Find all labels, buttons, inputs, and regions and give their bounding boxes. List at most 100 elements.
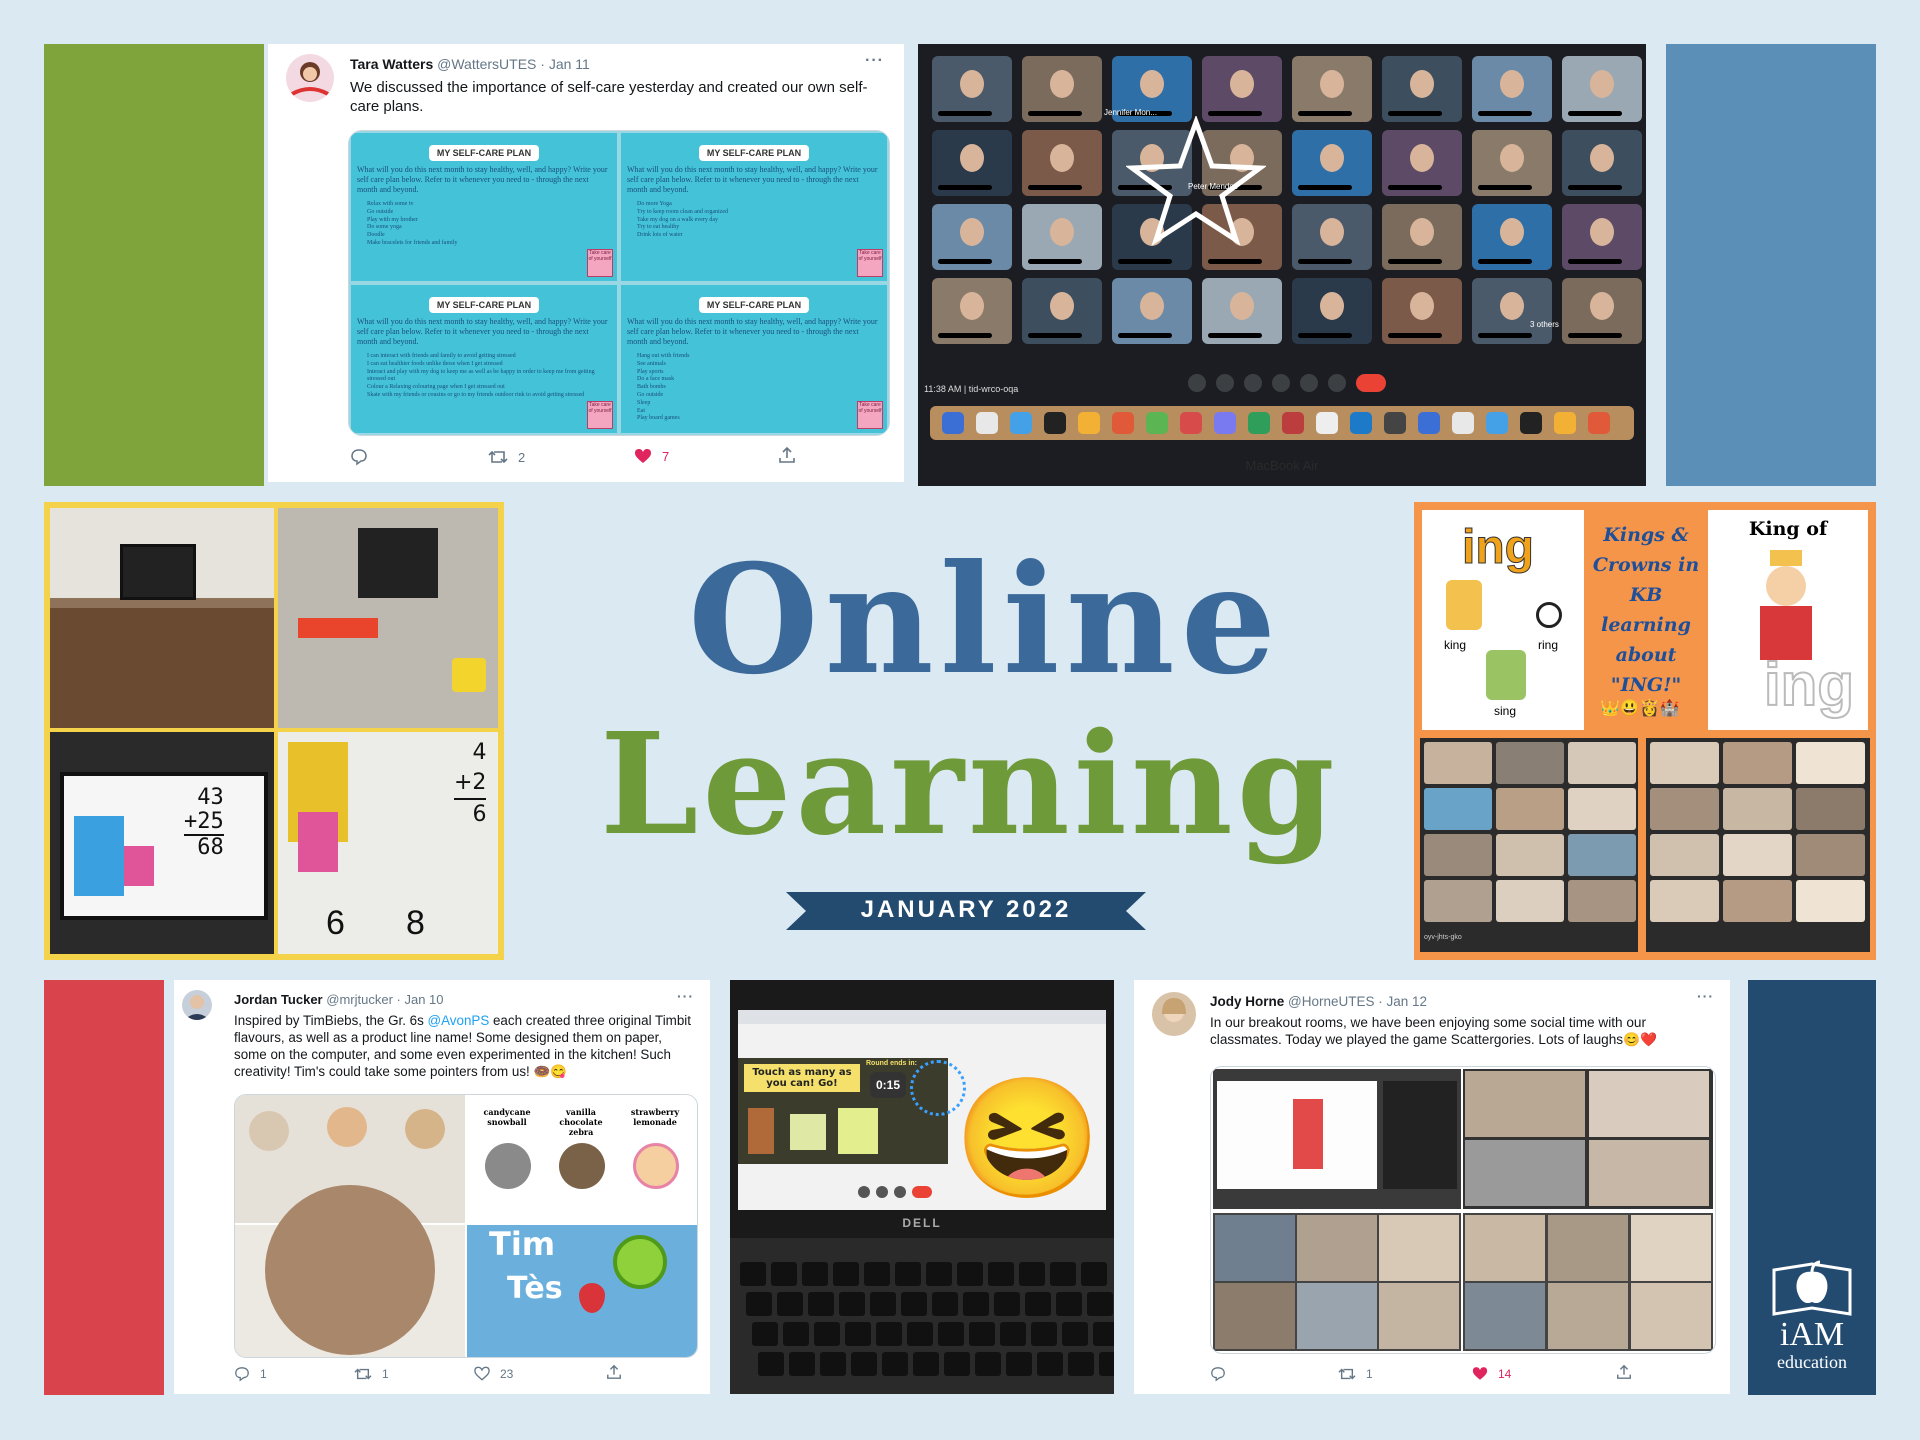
participant-tile	[1465, 1215, 1545, 1281]
like-count: 23	[500, 1366, 514, 1381]
mic-button[interactable]	[1188, 374, 1206, 392]
dock-app-icon[interactable]	[1214, 412, 1236, 434]
participant-tile	[1548, 1283, 1628, 1349]
dock-app-icon[interactable]	[1078, 412, 1100, 434]
self-care-plan-3: MY SELF-CARE PLAN What will you do this …	[351, 285, 617, 433]
retweet-action[interactable]: 2	[488, 448, 525, 466]
participant-tile	[1424, 880, 1492, 922]
participant-tile	[1650, 742, 1719, 784]
dock-app-icon[interactable]	[1486, 412, 1508, 434]
participant-face	[1140, 70, 1164, 98]
reply-count: 1	[260, 1367, 267, 1381]
keyboard-key	[839, 1292, 865, 1316]
present-button[interactable]	[1300, 374, 1318, 392]
plan-title: MY SELF-CARE PLAN	[698, 145, 810, 161]
more-icon[interactable]: ···	[865, 52, 884, 70]
redacted-name-bar	[1568, 111, 1622, 116]
word-ring: ring	[1538, 638, 1559, 652]
reply-action[interactable]: 1	[234, 1366, 267, 1382]
participant-face	[1320, 218, 1344, 246]
plan-prompt: What will you do this next month to stay…	[357, 317, 608, 346]
participant-tile	[1568, 742, 1636, 784]
logo-line1: iAM	[1779, 1316, 1845, 1353]
share-action[interactable]	[606, 1364, 622, 1380]
share-action[interactable]	[778, 446, 796, 464]
end-call-button[interactable]	[1356, 374, 1386, 392]
participant-tile	[1215, 1215, 1295, 1281]
keyboard-key	[876, 1322, 902, 1346]
plan-prompt: What will you do this next month to stay…	[357, 165, 608, 194]
participant-tile	[1022, 204, 1102, 270]
plan-items: Hang out with friends See animals Play spo…	[637, 353, 690, 422]
share-action[interactable]	[1616, 1364, 1632, 1380]
dock-app-icon[interactable]	[1282, 412, 1304, 434]
self-care-plans-image: MY SELF-CARE PLAN What will you do this …	[348, 130, 890, 436]
redacted-name-bar	[1298, 333, 1352, 338]
retweet-action[interactable]: 1	[1338, 1366, 1373, 1382]
captions-button[interactable]	[1244, 374, 1262, 392]
participant-tile	[1382, 278, 1462, 344]
red-block	[44, 980, 164, 1395]
dock-app-icon[interactable]	[1384, 412, 1406, 434]
redacted-name-bar	[1478, 185, 1532, 190]
dock-app-icon[interactable]	[1146, 412, 1168, 434]
dock-app-icon[interactable]	[1112, 412, 1134, 434]
singer-figure	[1486, 650, 1526, 700]
avatar	[1152, 992, 1196, 1036]
round-timer: 0:15	[870, 1072, 906, 1098]
keyboard-key	[1087, 1292, 1113, 1316]
others-label: 3 others	[1530, 320, 1559, 329]
tweet-author[interactable]: Jody Horne @HorneUTES · Jan 12	[1210, 994, 1427, 1009]
participant-tile	[1650, 834, 1719, 876]
dock-app-icon[interactable]	[1452, 412, 1474, 434]
dock-app-icon[interactable]	[1588, 412, 1610, 434]
mention-link[interactable]: @AvonPS	[428, 1013, 490, 1028]
keyboard-key	[789, 1352, 815, 1376]
dock-app-icon[interactable]	[942, 412, 964, 434]
keyboard-key	[988, 1262, 1014, 1286]
participant-tile	[1562, 56, 1642, 122]
like-action[interactable]: 23	[474, 1366, 513, 1381]
raise-hand-button[interactable]	[1272, 374, 1290, 392]
dock-app-icon[interactable]	[976, 412, 998, 434]
dock-app-icon[interactable]	[1248, 412, 1270, 434]
dock-app-icon[interactable]	[1520, 412, 1542, 434]
like-action[interactable]: 14	[1472, 1366, 1511, 1381]
participant-tile	[1424, 834, 1492, 876]
participant-tile	[932, 56, 1012, 122]
like-action[interactable]: 7	[634, 448, 669, 464]
participant-tile	[1796, 834, 1865, 876]
retweet-icon	[488, 450, 508, 464]
plan-title: MY SELF-CARE PLAN	[698, 297, 810, 313]
dock-app-icon[interactable]	[1044, 412, 1066, 434]
dock-app-icon[interactable]	[1010, 412, 1032, 434]
king-figure	[1446, 580, 1482, 630]
dock-app-icon[interactable]	[1316, 412, 1338, 434]
reply-action[interactable]	[1210, 1366, 1236, 1382]
plan-prompt: What will you do this next month to stay…	[627, 165, 878, 194]
retweet-action[interactable]: 1	[354, 1366, 389, 1382]
participant-tile	[932, 278, 1012, 344]
tweet-text: In our breakout rooms, we have been enjo…	[1210, 1015, 1657, 1048]
more-icon[interactable]: ···	[677, 988, 694, 1004]
tweet-author[interactable]: Tara Watters @WattersUTES · Jan 11	[350, 56, 590, 72]
participant-tile	[1650, 788, 1719, 830]
green-block	[44, 44, 264, 486]
ing-card: ing king ring sing	[1422, 510, 1584, 730]
keyboard-key	[907, 1322, 933, 1346]
dock-app-icon[interactable]	[1418, 412, 1440, 434]
more-icon[interactable]: ···	[1697, 988, 1714, 1004]
more-options-button[interactable]	[1328, 374, 1346, 392]
drawn-timbit-photo	[235, 1185, 465, 1357]
dock-app-icon[interactable]	[1350, 412, 1372, 434]
camera-button[interactable]	[1216, 374, 1234, 392]
dock-app-icon[interactable]	[1180, 412, 1202, 434]
keyboard-key	[938, 1322, 964, 1346]
round-label: Round ends in:	[866, 1060, 917, 1067]
participant-tile	[1548, 1215, 1628, 1281]
tweet-text: Inspired by TimBiebs, the Gr. 6s @AvonPS…	[234, 1013, 691, 1080]
tweet-author[interactable]: Jordan Tucker @mrjtucker · Jan 10	[234, 992, 444, 1007]
participant-tile	[1496, 742, 1564, 784]
dock-app-icon[interactable]	[1554, 412, 1576, 434]
reply-action[interactable]	[350, 448, 378, 466]
